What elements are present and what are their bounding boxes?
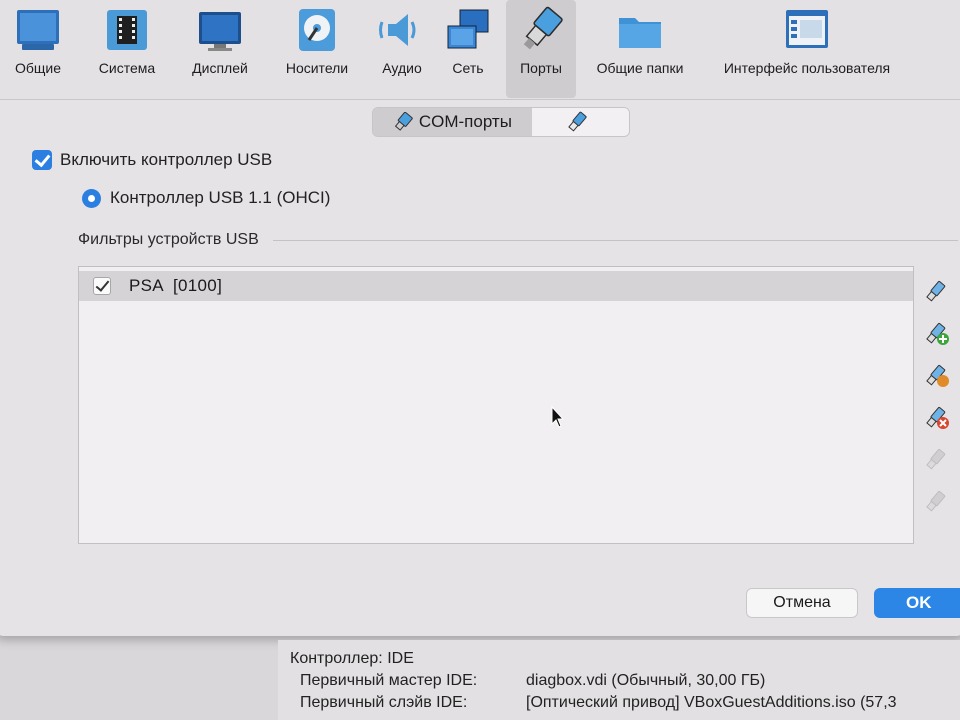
toolbar-item-label: Носители xyxy=(285,60,349,76)
toolbar-item-display[interactable]: Дисплей xyxy=(180,0,260,98)
toolbar-item-label: Общие xyxy=(14,60,62,76)
tab-com-ports[interactable]: COM-порты xyxy=(373,108,532,136)
network-icon xyxy=(444,6,492,54)
system-chip-icon xyxy=(103,6,151,54)
usb-filter-add-empty-icon xyxy=(926,280,946,302)
move-filter-up-button[interactable] xyxy=(922,446,952,476)
add-device-filter-button[interactable] xyxy=(922,320,952,350)
toolbar-item-storage[interactable]: Носители xyxy=(274,0,360,98)
move-filter-down-button[interactable] xyxy=(922,488,952,518)
storage-controller-text: Контроллер: IDE xyxy=(290,650,414,667)
usb-filter-edit-icon xyxy=(926,364,949,387)
toolbar-item-label: Сеть xyxy=(452,60,484,76)
usb-filter-add-device-icon xyxy=(926,322,949,345)
toolbar-item-label: Интерфейс пользователя xyxy=(723,60,891,76)
ports-tab-bar: COM-порты xyxy=(372,107,630,137)
usb-filter-list[interactable]: PSA [0100] xyxy=(78,266,914,544)
shared-folder-icon xyxy=(616,6,664,54)
ok-button[interactable]: OK xyxy=(874,588,960,618)
settings-toolbar: Общие Система Дисплей Носители Аудио Сет… xyxy=(0,0,960,100)
settings-dialog: Общие Система Дисплей Носители Аудио Сет… xyxy=(0,0,960,636)
primary-master-value: diagbox.vdi (Обычный, 30,00 ГБ) xyxy=(526,672,766,689)
storage-disk-icon xyxy=(293,6,341,54)
remove-filter-button[interactable] xyxy=(922,404,952,434)
toolbar-item-label: Аудио xyxy=(382,60,422,76)
mouse-cursor-icon xyxy=(551,406,565,428)
radio-selected[interactable] xyxy=(82,188,101,208)
usb-filters-title: Фильтры устройств USB xyxy=(78,231,259,248)
toolbar-item-label: Система xyxy=(98,60,156,76)
primary-slave-value: [Оптический привод] VBoxGuestAdditions.i… xyxy=(526,694,897,711)
list-item[interactable]: PSA [0100] xyxy=(79,271,913,301)
edit-filter-button[interactable] xyxy=(922,362,952,392)
divider xyxy=(272,239,958,241)
cancel-button[interactable]: Отмена xyxy=(746,588,858,618)
user-interface-icon xyxy=(783,6,831,54)
filter-name: PSA [0100] xyxy=(129,276,223,295)
toolbar-item-audio[interactable]: Аудио xyxy=(372,0,432,98)
usb-filter-move-up-icon xyxy=(926,448,946,470)
toolbar-item-ports[interactable]: Порты xyxy=(506,0,576,98)
toolbar-item-shared-folders[interactable]: Общие папки xyxy=(590,0,690,98)
com-port-icon xyxy=(394,112,413,131)
general-icon xyxy=(14,6,62,54)
ports-icon xyxy=(517,6,565,54)
display-icon xyxy=(196,6,244,54)
usb-filters-group-title: Фильтры устройств USB xyxy=(78,231,958,249)
toolbar-item-label: Общие папки xyxy=(596,60,684,76)
toolbar-item-system[interactable]: Система xyxy=(86,0,168,98)
tab-label: COM-порты xyxy=(418,112,512,131)
toolbar-item-user-interface[interactable]: Интерфейс пользователя xyxy=(714,0,900,98)
toolbar-item-label: Дисплей xyxy=(192,60,248,76)
primary-slave-label: Первичный слэйв IDE: xyxy=(300,694,468,711)
usb-icon xyxy=(568,111,587,132)
tab-usb[interactable] xyxy=(531,108,629,136)
primary-master-label: Первичный мастер IDE: xyxy=(300,672,478,689)
enable-usb-label: Включить контроллер USB xyxy=(60,150,273,169)
vm-details-panel: Контроллер: IDE Первичный мастер IDE: di… xyxy=(278,640,960,720)
usb-filter-move-down-icon xyxy=(926,490,946,512)
toolbar-item-network[interactable]: Сеть xyxy=(442,0,494,98)
toolbar-item-general[interactable]: Общие xyxy=(0,0,78,98)
toolbar-item-label: Порты xyxy=(520,60,562,76)
filter-enabled-checkbox[interactable] xyxy=(93,277,111,295)
enable-usb-controller-checkbox[interactable]: Включить контроллер USB xyxy=(32,150,272,170)
usb-filter-remove-icon xyxy=(926,406,949,429)
usb-controller-label: Контроллер USB 1.1 (OHCI) xyxy=(110,188,331,207)
audio-speaker-icon xyxy=(378,6,426,54)
checkbox-checked[interactable] xyxy=(32,150,52,170)
add-empty-filter-button[interactable] xyxy=(922,278,952,308)
usb-controller-radio[interactable]: Контроллер USB 1.1 (OHCI) xyxy=(82,188,330,208)
